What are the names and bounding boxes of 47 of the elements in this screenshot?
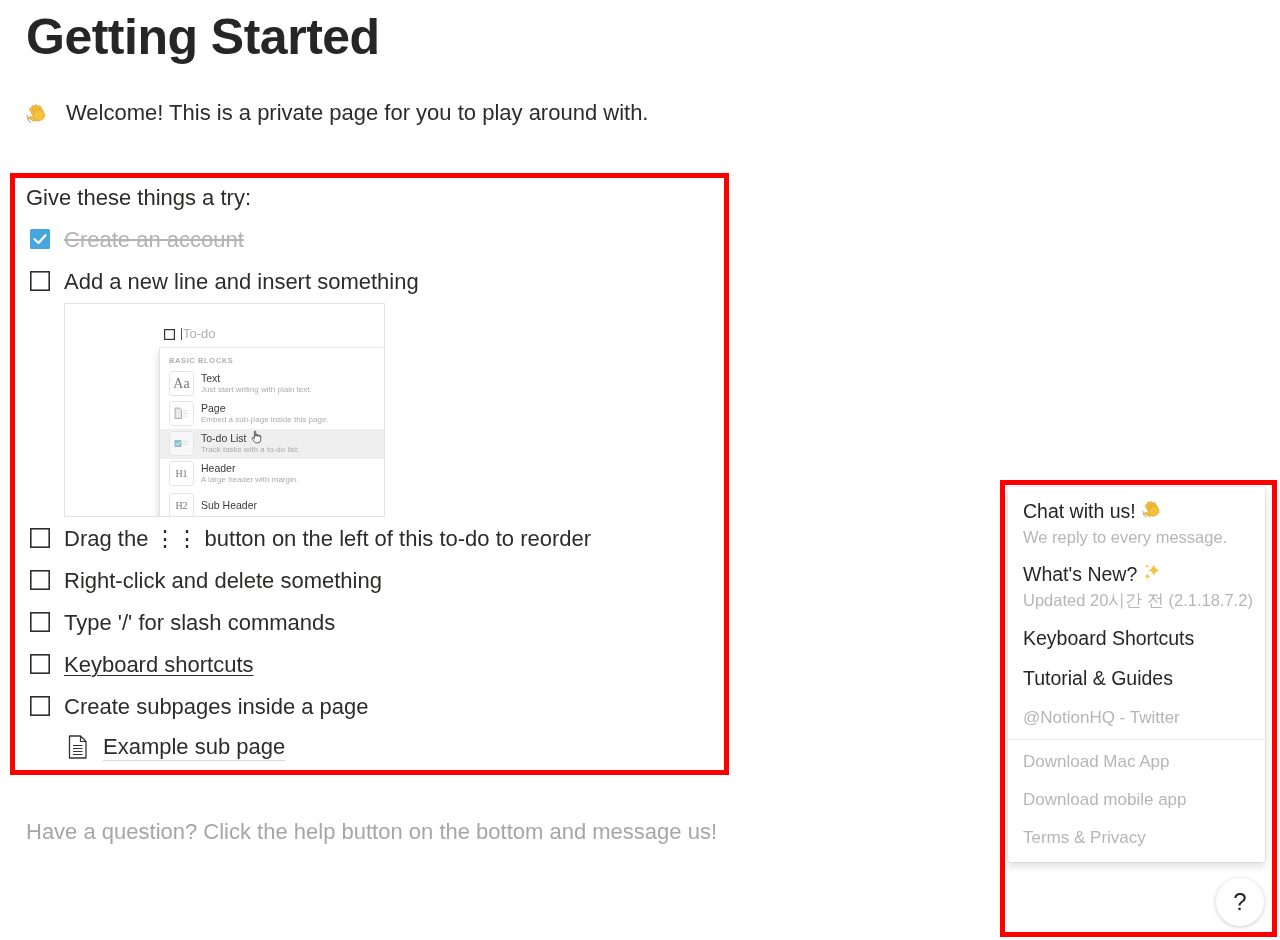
todo-input-field[interactable]: To-do bbox=[183, 326, 273, 342]
checkbox[interactable] bbox=[30, 696, 50, 716]
block-description: A large header with margin. bbox=[201, 475, 299, 485]
todo-text: Right-click and delete something bbox=[64, 566, 382, 594]
menu-item[interactable]: Keyboard Shortcuts bbox=[1023, 626, 1195, 650]
todo-text: Type '/' for slash commands bbox=[64, 608, 336, 636]
todo-text: Add a new line and insert something bbox=[64, 267, 419, 295]
checkbox[interactable] bbox=[30, 528, 50, 548]
page-icon bbox=[68, 735, 88, 759]
menu-item-detail: We reply to every message. bbox=[1023, 527, 1228, 548]
block-description: Embed a sub-page inside this page. bbox=[201, 415, 329, 425]
todo-text: Create an account bbox=[64, 225, 244, 253]
block-title: To-do List bbox=[201, 432, 247, 444]
checkbox[interactable] bbox=[30, 271, 50, 291]
block-title: Header bbox=[201, 462, 236, 474]
page-title: Getting Started bbox=[26, 8, 381, 66]
block-title: Sub Header bbox=[201, 499, 258, 511]
checkbox[interactable] bbox=[30, 654, 50, 674]
menu-item[interactable]: What's New? bbox=[1023, 562, 1162, 586]
checkbox[interactable] bbox=[30, 229, 50, 249]
help-note: Have a question? Click the help button on the bottom and message us! bbox=[26, 818, 718, 846]
block-description: Just start writing with plain text. bbox=[201, 385, 312, 395]
menu-item[interactable]: Chat with us! bbox=[1023, 499, 1162, 523]
todo-text: Drag the ⋮⋮ button on the left of this to-do to reorder bbox=[64, 524, 592, 552]
menu-item-detail: Updated 20시간 전 (2.1.18.7.2) bbox=[1023, 590, 1253, 611]
block-type-label: H2 bbox=[169, 492, 194, 516]
page-block-icon bbox=[169, 401, 194, 426]
checkbox[interactable] bbox=[30, 570, 50, 590]
menu-item[interactable]: Tutorial & Guides bbox=[1023, 666, 1173, 690]
block-type-label: Aa bbox=[169, 371, 194, 396]
todo-text: Create subpages inside a page bbox=[64, 692, 369, 720]
checkbox-block-icon bbox=[169, 431, 194, 456]
todo-link[interactable]: Keyboard shortcuts bbox=[64, 650, 254, 678]
checkbox-icon bbox=[164, 328, 175, 340]
checklist-heading: Give these things a try: bbox=[26, 184, 252, 212]
welcome-text: Welcome! This is a private page for you to play around with. bbox=[66, 99, 649, 127]
checkbox[interactable] bbox=[30, 612, 50, 632]
text-cursor-icon bbox=[181, 328, 182, 340]
block-title: Page bbox=[201, 402, 226, 414]
waving-hand-icon bbox=[26, 102, 48, 124]
block-title: Text bbox=[201, 372, 221, 384]
pointer-cursor-icon bbox=[251, 430, 262, 444]
sparkles-icon bbox=[1143, 563, 1162, 581]
waving-hand-icon bbox=[1141, 499, 1162, 519]
page-link[interactable]: Example sub page bbox=[103, 733, 286, 761]
help-button[interactable]: ? bbox=[1216, 878, 1264, 926]
block-type-label: H1 bbox=[169, 461, 194, 486]
